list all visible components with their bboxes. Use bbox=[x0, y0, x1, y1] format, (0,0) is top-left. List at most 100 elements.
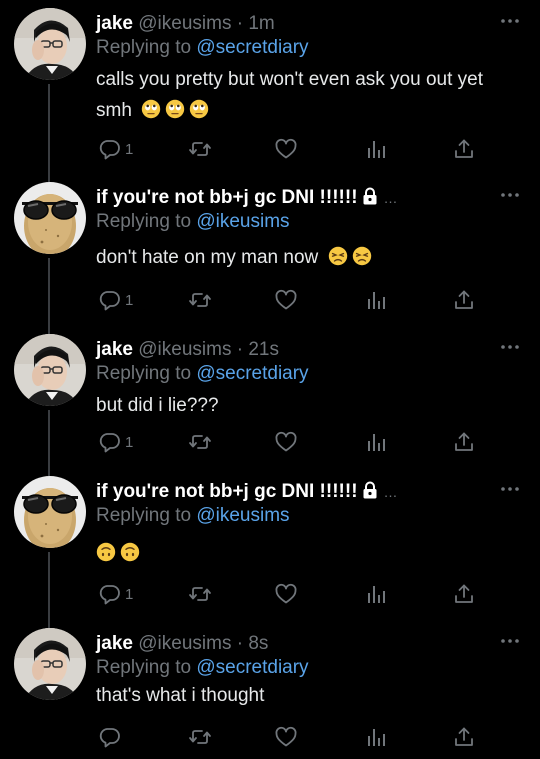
heart-icon bbox=[274, 725, 298, 749]
retweet-icon bbox=[188, 137, 212, 161]
potato-sunglasses-avatar-icon bbox=[14, 476, 86, 548]
tweet-actions: 1 bbox=[96, 581, 496, 607]
more-options-icon[interactable] bbox=[500, 18, 520, 24]
tweet-text-line: calls you pretty but won't even ask you … bbox=[96, 69, 484, 90]
reply-count: 1 bbox=[125, 585, 134, 603]
more-options-icon[interactable] bbox=[500, 486, 520, 492]
replying-to-label: Replying to bbox=[96, 657, 192, 678]
retweet-icon bbox=[188, 288, 212, 312]
analytics-button[interactable] bbox=[364, 287, 388, 313]
rolling-eyes-face-icon bbox=[141, 99, 161, 119]
reply-icon bbox=[98, 137, 122, 161]
replying-to: Replying to @ikeusims bbox=[96, 210, 290, 234]
like-button[interactable] bbox=[274, 136, 298, 162]
tweet[interactable]: if you're not bb+j gc DNI !!!!!! … Replyi… bbox=[0, 182, 540, 322]
retweet-button[interactable] bbox=[188, 287, 212, 313]
tweet-header: jake @ikeusims · 1m bbox=[96, 12, 275, 36]
tweet-text-line: don't hate on my man now bbox=[96, 247, 319, 268]
reply-icon bbox=[98, 725, 122, 749]
rolling-eyes-face-icon bbox=[189, 99, 209, 119]
timestamp[interactable]: 21s bbox=[248, 339, 279, 360]
retweet-icon bbox=[188, 725, 212, 749]
tweet[interactable]: jake @ikeusims · 8s Replying to @secretd… bbox=[0, 628, 540, 759]
display-name[interactable]: jake bbox=[96, 633, 133, 654]
analytics-button[interactable] bbox=[364, 724, 388, 750]
replying-to-label: Replying to bbox=[96, 211, 192, 232]
like-button[interactable] bbox=[274, 429, 298, 455]
analytics-icon bbox=[364, 430, 388, 454]
analytics-button[interactable] bbox=[364, 581, 388, 607]
tweet-header: jake @ikeusims · 8s bbox=[96, 632, 268, 656]
avatar[interactable] bbox=[14, 628, 86, 700]
timestamp[interactable]: 1m bbox=[248, 13, 274, 34]
share-icon bbox=[452, 582, 476, 606]
reply-button[interactable] bbox=[98, 724, 125, 750]
more-options-icon[interactable] bbox=[500, 192, 520, 198]
reply-icon bbox=[98, 582, 122, 606]
upside-down-face-icon bbox=[120, 542, 140, 562]
share-button[interactable] bbox=[452, 724, 476, 750]
retweet-button[interactable] bbox=[188, 724, 212, 750]
tweet-text: calls you pretty but won't even ask you … bbox=[96, 64, 516, 126]
like-button[interactable] bbox=[274, 287, 298, 313]
share-icon bbox=[452, 725, 476, 749]
replying-to-label: Replying to bbox=[96, 37, 192, 58]
mention-link[interactable]: @secretdiary bbox=[196, 363, 308, 384]
reply-count: 1 bbox=[125, 140, 134, 158]
share-icon bbox=[452, 430, 476, 454]
tweet-text bbox=[96, 538, 516, 569]
display-name[interactable]: if you're not bb+j gc DNI !!!!!! bbox=[96, 187, 358, 208]
avatar[interactable] bbox=[14, 334, 86, 406]
truncation-ellipsis: … bbox=[383, 484, 398, 500]
timestamp[interactable]: 8s bbox=[248, 633, 268, 654]
reply-button[interactable]: 1 bbox=[98, 581, 133, 607]
retweet-button[interactable] bbox=[188, 429, 212, 455]
retweet-button[interactable] bbox=[188, 136, 212, 162]
avatar[interactable] bbox=[14, 476, 86, 548]
avatar[interactable] bbox=[14, 8, 86, 80]
reply-count: 1 bbox=[125, 433, 134, 451]
like-button[interactable] bbox=[274, 581, 298, 607]
rolling-eyes-face-icon bbox=[165, 99, 185, 119]
analytics-button[interactable] bbox=[364, 136, 388, 162]
user-handle[interactable]: @ikeusims bbox=[138, 13, 231, 34]
tweet-header: jake @ikeusims · 21s bbox=[96, 338, 279, 362]
display-name[interactable]: jake bbox=[96, 339, 133, 360]
more-options-icon[interactable] bbox=[500, 638, 520, 644]
reply-button[interactable]: 1 bbox=[98, 287, 133, 313]
analytics-button[interactable] bbox=[364, 429, 388, 455]
heart-icon bbox=[274, 430, 298, 454]
reply-icon bbox=[98, 430, 122, 454]
mention-link[interactable]: @ikeusims bbox=[196, 505, 289, 526]
replying-to-label: Replying to bbox=[96, 363, 192, 384]
jake-avatar-icon bbox=[14, 334, 86, 406]
share-button[interactable] bbox=[452, 581, 476, 607]
display-name[interactable]: if you're not bb+j gc DNI !!!!!! bbox=[96, 481, 358, 502]
share-button[interactable] bbox=[452, 287, 476, 313]
share-button[interactable] bbox=[452, 136, 476, 162]
tweet[interactable]: jake @ikeusims · 21s Replying to @secret… bbox=[0, 334, 540, 464]
tweet[interactable]: jake @ikeusims · 1m Replying to @secretd… bbox=[0, 8, 540, 173]
tweet-header: if you're not bb+j gc DNI !!!!!!… bbox=[96, 186, 398, 210]
reply-button[interactable]: 1 bbox=[98, 136, 133, 162]
upside-down-face-icon bbox=[96, 542, 116, 562]
tweet-actions: 1 bbox=[96, 136, 496, 162]
mention-link[interactable]: @secretdiary bbox=[196, 37, 308, 58]
reply-button[interactable]: 1 bbox=[98, 429, 133, 455]
retweet-button[interactable] bbox=[188, 581, 212, 607]
mention-link[interactable]: @secretdiary bbox=[196, 657, 308, 678]
share-button[interactable] bbox=[452, 429, 476, 455]
mention-link[interactable]: @ikeusims bbox=[196, 211, 289, 232]
potato-sunglasses-avatar-icon bbox=[14, 182, 86, 254]
user-handle[interactable]: @ikeusims bbox=[138, 339, 231, 360]
display-name[interactable]: jake bbox=[96, 13, 133, 34]
reply-icon bbox=[98, 288, 122, 312]
tweet-actions: 1 bbox=[96, 429, 496, 455]
avatar[interactable] bbox=[14, 182, 86, 254]
more-options-icon[interactable] bbox=[500, 344, 520, 350]
like-button[interactable] bbox=[274, 724, 298, 750]
tweet[interactable]: if you're not bb+j gc DNI !!!!!! … Replyi… bbox=[0, 476, 540, 616]
retweet-icon bbox=[188, 582, 212, 606]
replying-to: Replying to @secretdiary bbox=[96, 656, 309, 680]
user-handle[interactable]: @ikeusims bbox=[138, 633, 231, 654]
